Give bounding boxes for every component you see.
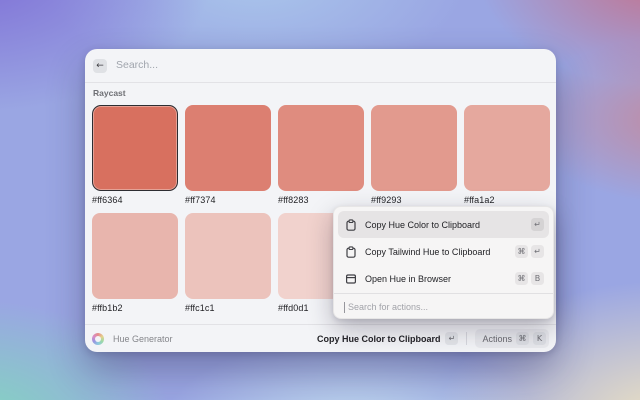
action-item-label: Copy Hue Color to Clipboard [365, 220, 531, 230]
b-key-badge: B [531, 272, 544, 285]
search-input[interactable]: Search... [116, 49, 158, 82]
section-label: Raycast [93, 88, 126, 98]
grid-cell: #ffc1c1 [185, 213, 271, 313]
action-item-open-in-browser[interactable]: Open Hue in Browser ⌘ B [338, 265, 549, 292]
actions-button[interactable]: Actions ⌘ K [475, 329, 549, 348]
extension-title: Hue Generator [113, 334, 173, 344]
return-key-badge: ↵ [531, 218, 544, 231]
swatch-hex-label: #ff9293 [371, 195, 457, 205]
search-header: ← Search... [85, 49, 556, 82]
desktop-background: ← Search... Raycast #ff6364 #ff7374 #ff8… [0, 0, 640, 400]
hue-generator-icon [92, 333, 104, 345]
return-key-badge: ↵ [531, 245, 544, 258]
return-key-badge: ↵ [445, 332, 458, 345]
action-item-label: Copy Tailwind Hue to Clipboard [365, 247, 515, 257]
back-arrow-icon: ← [96, 61, 104, 71]
grid-cell: #ffa1a2 [464, 105, 550, 205]
swatch-hex-label: #ff7374 [185, 195, 271, 205]
grid-cell: #ff6364 [92, 105, 178, 205]
grid-cell: #ffb1b2 [92, 213, 178, 313]
k-key-badge: K [533, 332, 546, 345]
clipboard-icon [345, 219, 357, 231]
color-swatch[interactable] [92, 213, 178, 299]
cmd-key-badge: ⌘ [515, 272, 528, 285]
color-swatch[interactable] [185, 105, 271, 191]
actions-search-placeholder: Search for actions... [348, 302, 428, 312]
raycast-window: ← Search... Raycast #ff6364 #ff7374 #ff8… [85, 49, 556, 352]
color-swatch[interactable] [278, 105, 364, 191]
cmd-key-badge: ⌘ [516, 332, 529, 345]
grid-cell: #ff8283 [278, 105, 364, 205]
text-caret [344, 302, 345, 313]
swatch-hex-label: #ffb1b2 [92, 303, 178, 313]
footer-actions: Copy Hue Color to Clipboard ↵ Actions ⌘ … [317, 329, 556, 348]
swatch-hex-label: #ffa1a2 [464, 195, 550, 205]
primary-action-button[interactable]: Copy Hue Color to Clipboard ↵ [317, 332, 459, 345]
clipboard-icon [345, 246, 357, 258]
action-item-copy-tailwind-hue[interactable]: Copy Tailwind Hue to Clipboard ⌘ ↵ [338, 238, 549, 265]
color-swatch[interactable] [185, 213, 271, 299]
swatch-hex-label: #ff8283 [278, 195, 364, 205]
color-swatch-selected[interactable] [92, 105, 178, 191]
swatch-hex-label: #ff6364 [92, 195, 178, 205]
actions-label: Actions [482, 334, 512, 344]
footer-divider [466, 332, 467, 345]
grid-cell: #ff9293 [371, 105, 457, 205]
primary-action-label: Copy Hue Color to Clipboard [317, 334, 441, 344]
grid-cell: #ff7374 [185, 105, 271, 205]
swatch-hex-label: #ffc1c1 [185, 303, 271, 313]
color-swatch[interactable] [464, 105, 550, 191]
action-item-copy-hue-color[interactable]: Copy Hue Color to Clipboard ↵ [338, 211, 549, 238]
cmd-key-badge: ⌘ [515, 245, 528, 258]
status-bar: Hue Generator Copy Hue Color to Clipboar… [85, 324, 556, 352]
color-swatch[interactable] [371, 105, 457, 191]
actions-search-input[interactable]: Search for actions... [334, 294, 553, 320]
back-button[interactable]: ← [93, 59, 107, 73]
browser-window-icon [345, 273, 357, 285]
action-item-label: Open Hue in Browser [365, 274, 515, 284]
header-divider [85, 82, 556, 83]
action-panel: Copy Hue Color to Clipboard ↵ Copy Tailw… [333, 206, 554, 319]
